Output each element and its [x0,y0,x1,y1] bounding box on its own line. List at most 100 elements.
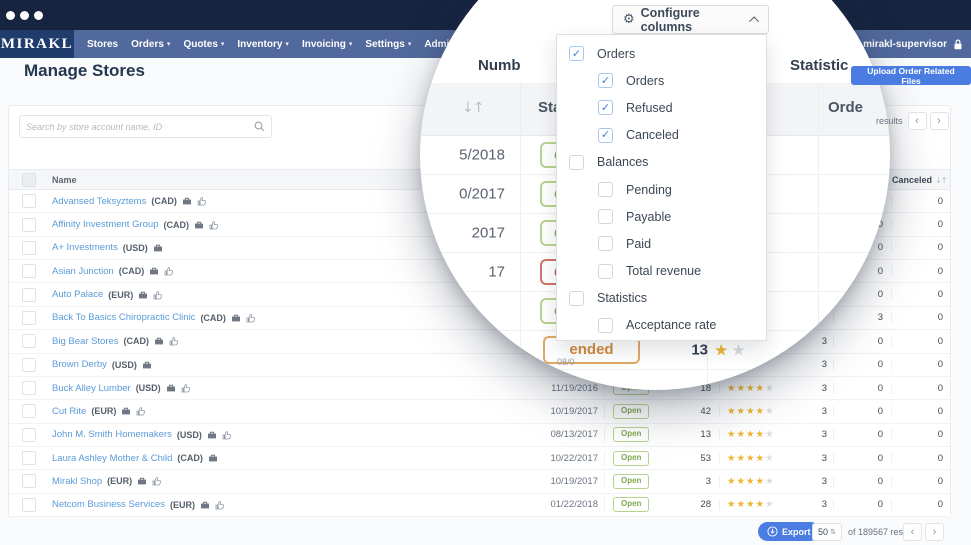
status-badge: Open [613,450,650,466]
prev-page-button[interactable]: ‹ [907,112,927,130]
search-icon[interactable] [254,121,271,132]
column-toggle-acceptance-rate[interactable]: Acceptance rate [557,312,766,339]
footer-next-page-button[interactable]: › [925,523,944,541]
checkbox-checked-icon[interactable]: ✓ [598,73,613,89]
currency-label: (EUR) [108,289,134,300]
table-row: Buck Alley Lumber(USD)11/19/2016Open18★★… [9,376,950,401]
next-page-button[interactable]: › [929,112,949,130]
store-link[interactable]: Affinity Investment Group [52,219,159,230]
store-link[interactable]: Back To Basics Chiropractic Clinic [52,312,195,323]
column-toggle-paid[interactable]: Paid [557,230,766,257]
window-dot-icon [6,10,15,20]
status-badge: Open [613,497,650,513]
created-date-cell: 01/22/2018 [550,499,598,511]
currency-label: (USD) [122,242,148,253]
checkbox-icon[interactable] [598,317,613,333]
row-checkbox[interactable] [22,451,36,466]
store-link[interactable]: Asian Junction [52,266,114,277]
column-toggle-orders[interactable]: ✓ Orders [557,67,766,94]
row-checkbox-cell [9,287,49,302]
checkbox-icon[interactable] [598,182,613,198]
column-toggle-statistics-group[interactable]: Statistics [557,285,766,312]
column-toggle-total-revenue[interactable]: Total revenue [557,258,766,285]
nav-item-quotes[interactable]: Quotes ▾ [183,39,224,50]
configure-columns-button[interactable]: ⚙ Configure columns [612,5,769,34]
store-link[interactable]: Netcom Business Services [52,499,165,510]
row-checkbox[interactable] [22,474,36,489]
checkbox-icon[interactable] [598,209,613,225]
row-checkbox[interactable] [22,217,36,232]
checkbox-icon[interactable] [569,290,584,306]
chevron-down-icon: ▾ [407,40,412,48]
column-toggle-refused[interactable]: ✓ Refused [557,94,766,121]
column-toggle-balances-group[interactable]: Balances [557,149,766,176]
window-dot-icon [34,10,43,20]
search-input[interactable] [20,121,254,132]
magnified-group-header-statistics: Statistic [790,57,849,74]
currency-label: (USD) [135,383,161,394]
status-badge: Open [613,404,650,419]
column-toggle-pending[interactable]: Pending [557,176,766,203]
store-link[interactable]: Mirakl Shop [52,476,102,487]
column-toggle-payable[interactable]: Payable [557,203,766,230]
row-checkbox[interactable] [22,334,36,349]
row-checkbox[interactable] [22,381,36,396]
checkbox-icon[interactable] [598,236,613,252]
checkbox-checked-icon[interactable]: ✓ [598,100,613,116]
checkbox-checked-icon[interactable]: ✓ [569,46,584,62]
row-checkbox[interactable] [22,357,36,372]
canceled-column-header[interactable]: Canceled ↓↑ [891,174,950,185]
store-link[interactable]: Brown Derby [52,359,107,370]
nav-item-stores[interactable]: Stores [87,39,118,50]
row-checkbox-cell [9,497,49,512]
store-link[interactable]: Big Bear Stores [52,336,119,347]
row-checkbox[interactable] [22,497,36,512]
select-all-checkbox[interactable] [22,172,36,187]
top-pagination: results ‹ › [876,112,949,130]
chevron-down-icon: ▾ [285,40,289,48]
chevron-up-icon [749,16,760,27]
row-checkbox[interactable] [22,240,36,255]
checkbox-checked-icon[interactable]: ✓ [598,127,613,143]
row-checkbox[interactable] [22,427,36,442]
row-checkbox[interactable] [22,287,36,302]
canceled-count-cell: 0 [891,195,950,207]
thumbs-up-icon [215,500,224,510]
page-size-select[interactable]: 50 ⇅ [812,523,842,541]
canceled-count-cell: 0 [891,499,950,511]
checkbox-icon[interactable] [598,263,613,279]
footer-prev-page-button[interactable]: ‹ [903,523,922,541]
store-link[interactable]: Laura Ashley Mother & Child [52,453,172,464]
store-link[interactable]: Advansed Teksyztems [52,196,146,207]
upload-order-files-button[interactable]: Upload Order Related Files [851,66,971,86]
gear-icon: ⚙ [623,12,635,27]
thumbs-up-icon [181,383,190,393]
orders-count-cell: 3 [821,475,827,487]
briefcase-icon [194,220,204,230]
row-checkbox-cell [9,451,49,466]
row-checkbox[interactable] [22,264,36,279]
column-toggle-canceled[interactable]: ✓ Canceled [557,122,766,149]
row-checkbox[interactable] [22,404,36,419]
row-checkbox[interactable] [22,194,36,209]
checkbox-icon[interactable] [569,154,584,170]
row-checkbox-cell [9,334,49,349]
nav-item-settings[interactable]: Settings ▾ [365,39,411,50]
column-toggle-orders-group[interactable]: ✓ Orders [557,40,766,67]
nav-item-invoicing[interactable]: Invoicing ▾ [302,39,352,50]
store-link[interactable]: A+ Investments [52,242,118,253]
store-link[interactable]: John M. Smith Homemakers [52,429,172,440]
row-checkbox-cell [9,240,49,255]
export-button[interactable]: Export [758,522,820,541]
store-link[interactable]: Buck Alley Lumber [52,383,131,394]
store-link[interactable]: Cut Rite [52,406,86,417]
store-link[interactable]: Auto Palace [52,289,103,300]
row-checkbox-cell [9,357,49,372]
nav-item-inventory[interactable]: Inventory ▾ [237,39,289,50]
star-rating: ★★★★★ [727,429,775,441]
rating-cell: ★★★★★ [719,382,775,394]
row-checkbox[interactable] [22,310,36,325]
row-checkbox-cell [9,381,49,396]
nav-item-orders[interactable]: Orders ▾ [131,39,170,50]
row-checkbox-cell [9,217,49,232]
